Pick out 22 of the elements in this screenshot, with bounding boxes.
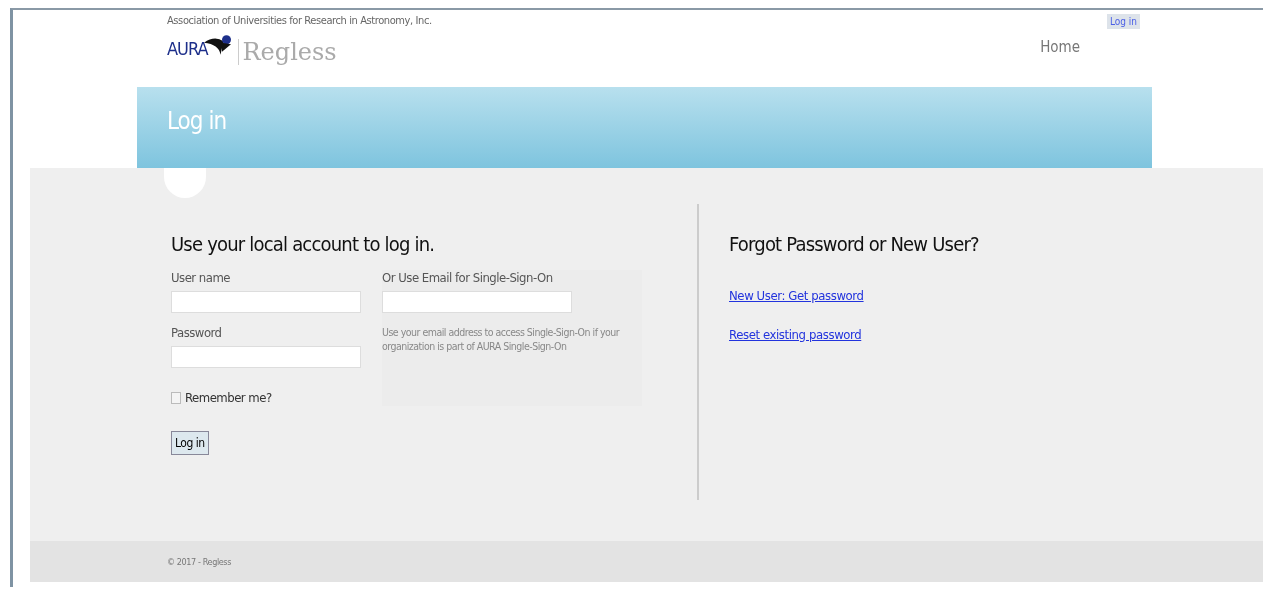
checkbox-label: Remember me? [185, 390, 272, 405]
section-heading: Forgot Password or New User? [729, 232, 979, 256]
circle-decoration [164, 168, 206, 198]
password-field[interactable] [171, 346, 361, 368]
email-field[interactable] [382, 291, 572, 313]
remember-checkbox[interactable] [171, 391, 181, 404]
field-label: Password [171, 325, 222, 340]
username-field[interactable] [171, 291, 361, 313]
logo-text: AURA [167, 39, 208, 59]
tagline: Association of Universities for Research in Astronomy, Inc. [167, 14, 432, 27]
copyright-text: © 2017 - Regless [167, 556, 231, 567]
app-name: Regless [237, 39, 337, 65]
field-label: Or Use Email for Single-Sign-On [382, 270, 553, 285]
section-heading: Use your local account to log in. [171, 232, 436, 256]
login-link[interactable]: Log in [1106, 14, 1140, 29]
page-title: Log in [167, 106, 227, 135]
help-link[interactable]: Reset existing password [729, 327, 862, 342]
field-label: User name [171, 270, 231, 285]
help-link[interactable]: New User: Get password [729, 288, 864, 303]
help-text: Use your email address to access Single-Sign-On if your organization is part of AURA Single-Sign-On [382, 325, 621, 353]
nav-link[interactable]: Home [1040, 38, 1080, 56]
login-button[interactable]: Log in [171, 431, 209, 455]
